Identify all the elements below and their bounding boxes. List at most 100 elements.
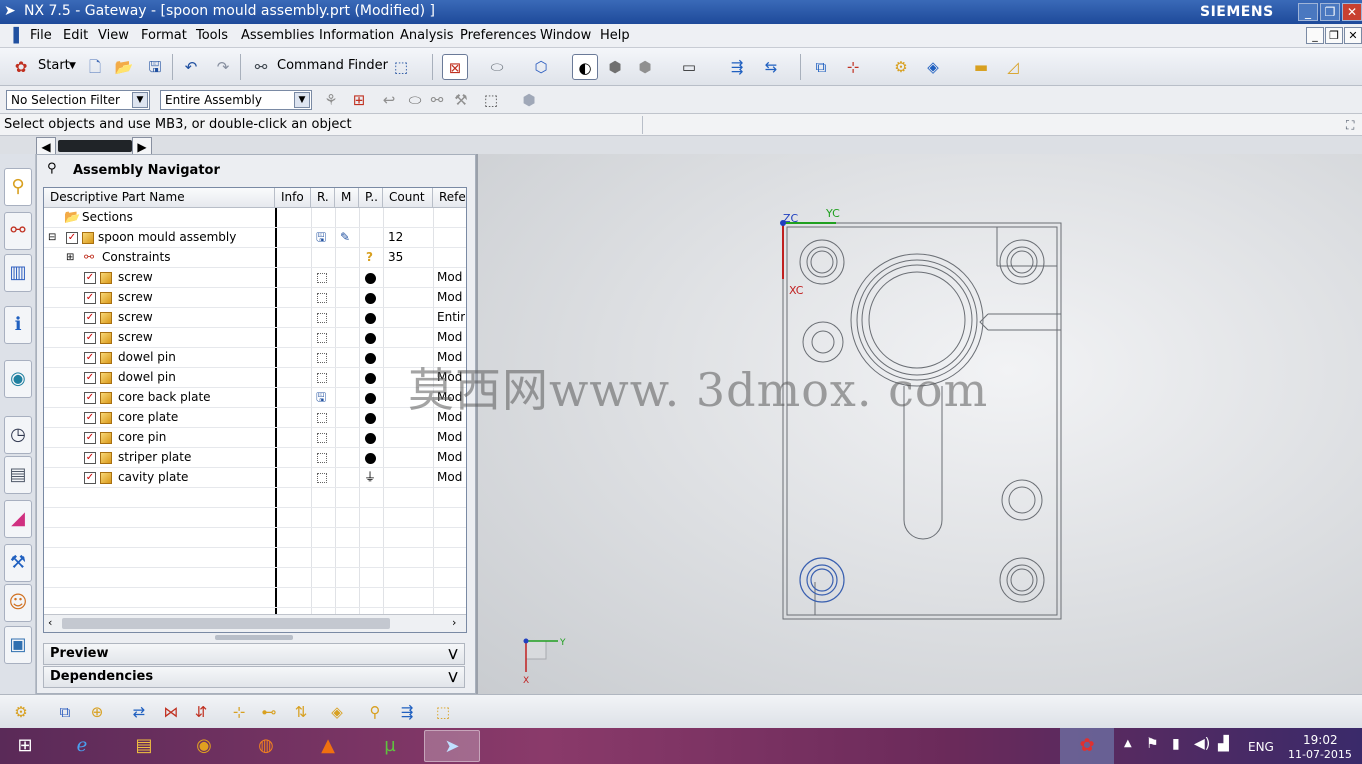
scroll-right-icon[interactable]: › <box>452 616 456 629</box>
assembly-constraints-icon[interactable]: ⋈ <box>158 699 184 725</box>
menu-information[interactable]: Information <box>319 28 394 43</box>
action-center-icon[interactable]: ⚑ <box>1146 736 1159 752</box>
tree-row-part[interactable]: ✓ screw Mod <box>44 268 466 288</box>
nx-taskbar-icon[interactable]: ➤ <box>424 730 480 762</box>
chevron-down-icon[interactable]: ▼ <box>132 92 148 108</box>
checkbox-checked[interactable]: ✓ <box>84 392 96 404</box>
history-icon[interactable]: ◷ <box>4 416 32 454</box>
menu-view[interactable]: View <box>98 28 129 43</box>
view-cube-icon[interactable]: ⬡ <box>528 54 554 80</box>
doc-close-button[interactable]: ✕ <box>1344 27 1362 44</box>
start-button[interactable]: Start <box>38 58 70 73</box>
open-folder-icon[interactable]: 📂 <box>111 54 137 80</box>
checkbox-checked[interactable]: ✓ <box>84 332 96 344</box>
close-button[interactable]: ✕ <box>1342 3 1362 21</box>
navigator-tab-handle[interactable] <box>58 140 132 152</box>
dependencies-panel-header[interactable]: Dependencies ⋁ <box>43 666 465 688</box>
menu-preferences[interactable]: Preferences <box>460 28 536 43</box>
checkbox-checked[interactable]: ✓ <box>84 412 96 424</box>
selection-options-icon[interactable]: ⬚ <box>388 54 414 80</box>
menu-edit[interactable]: Edit <box>63 28 88 43</box>
menu-window[interactable]: Window <box>540 28 591 43</box>
process-studio-icon[interactable]: ◢ <box>4 500 32 538</box>
tree-row-part[interactable]: ✓ screw Entir <box>44 308 466 328</box>
orient-view-icon[interactable]: ⬭ <box>484 54 510 80</box>
measure-angle-icon[interactable]: ◿ <box>1000 54 1026 80</box>
vlc-icon[interactable]: ▲ <box>300 730 356 762</box>
tree-row-part[interactable]: ✓ core plate Mod <box>44 408 466 428</box>
layer-icon[interactable]: ⧉ <box>808 54 834 80</box>
roles-icon[interactable]: ☺ <box>4 584 32 622</box>
assembly-menu-icon[interactable]: ⚙ <box>8 699 34 725</box>
move-component-icon[interactable]: ⇄ <box>126 699 152 725</box>
splitter-handle[interactable] <box>215 635 293 640</box>
tree-row-sections[interactable]: 📂 Sections <box>44 208 466 228</box>
tree-row-part[interactable]: ✓ screw Mod <box>44 328 466 348</box>
snap-icon[interactable]: ⚙ <box>888 54 914 80</box>
wave-geometry-icon[interactable]: ◈ <box>324 699 350 725</box>
firefox-icon[interactable]: ◍ <box>238 730 294 762</box>
constraint-navigator-icon[interactable]: ⚯ <box>4 212 32 250</box>
tree-row-part[interactable]: ✓ dowel pin Mod <box>44 348 466 368</box>
column-header-info[interactable]: Info <box>275 188 311 208</box>
column-header-modified[interactable]: M <box>335 188 359 208</box>
solid-select-icon[interactable]: ⬢ <box>516 87 542 113</box>
selection-filter-dropdown[interactable]: No Selection Filter ▼ <box>6 90 150 110</box>
tree-row-constraints[interactable]: ⊞ ⚯ Constraints ? 35 <box>44 248 466 268</box>
checkbox-checked[interactable]: ✓ <box>84 292 96 304</box>
new-file-icon[interactable]: 🗋 <box>82 54 108 80</box>
add-component-icon[interactable]: ⊕ <box>84 699 110 725</box>
chrome-icon[interactable]: ◉ <box>176 730 232 762</box>
horizontal-scrollbar[interactable]: ‹ › <box>44 614 466 632</box>
filter-icon[interactable]: ⚘ <box>318 87 344 113</box>
checkbox-checked[interactable]: ✓ <box>84 452 96 464</box>
clearance-analysis-icon[interactable]: ⚲ <box>362 699 388 725</box>
web-browser-icon[interactable]: ◉ <box>4 360 32 398</box>
volume-icon[interactable]: ◀) <box>1194 736 1210 752</box>
point-icon[interactable]: ◈ <box>920 54 946 80</box>
wcs-icon[interactable]: ⇶ <box>724 54 750 80</box>
column-header-position[interactable]: P.. <box>359 188 383 208</box>
binoculars-icon[interactable]: ⚯ <box>248 54 274 80</box>
shaded-icon[interactable]: ◐ <box>572 54 598 80</box>
sequence-icon[interactable]: ⬚ <box>430 699 456 725</box>
menu-assemblies[interactable]: Assemblies <box>241 28 314 43</box>
expand-icon[interactable]: ⊞ <box>66 248 74 268</box>
chevron-down-icon[interactable]: ⋁ <box>444 668 462 686</box>
chevron-down-icon[interactable]: ▼ <box>69 61 76 71</box>
input-language[interactable]: ENG <box>1248 740 1274 754</box>
redo-icon[interactable]: ↷ <box>210 54 236 80</box>
file-explorer-icon[interactable]: ▤ <box>116 730 172 762</box>
pin-icon[interactable]: ⚲ <box>47 161 57 176</box>
select-back-icon[interactable]: ↩ <box>376 87 402 113</box>
battery-icon[interactable]: ▮ <box>1172 736 1180 752</box>
start-icon[interactable]: ✿ <box>8 54 34 80</box>
chevron-down-icon[interactable]: ▼ <box>294 92 310 108</box>
selection-scope-dropdown[interactable]: Entire Assembly ▼ <box>160 90 312 110</box>
orient-icon[interactable]: ⇆ <box>758 54 784 80</box>
checkbox-checked[interactable]: ✓ <box>84 432 96 444</box>
select-component-icon[interactable]: ⚒ <box>448 87 474 113</box>
checkbox-checked[interactable]: ✓ <box>84 472 96 484</box>
preview-panel-header[interactable]: Preview ⋁ <box>43 643 465 665</box>
clock-time[interactable]: 19:02 <box>1303 733 1338 747</box>
shaded-edges-icon[interactable]: ⬢ <box>602 54 628 80</box>
scroll-left-icon[interactable]: ‹ <box>48 616 52 629</box>
exploded-view-icon[interactable]: ⇶ <box>394 699 420 725</box>
checkbox-checked[interactable]: ✓ <box>84 352 96 364</box>
background-icon[interactable]: ▭ <box>676 54 702 80</box>
replace-component-icon[interactable]: ⇅ <box>288 699 314 725</box>
restore-button[interactable]: ❐ <box>1320 3 1340 21</box>
menu-help[interactable]: Help <box>600 28 630 43</box>
tree-row-part[interactable]: ✓ core back plate 🖫 Mod <box>44 388 466 408</box>
manufacturing-wizards-icon[interactable]: ⚒ <box>4 544 32 582</box>
minimize-button[interactable]: _ <box>1298 3 1318 21</box>
internet-explorer-icon[interactable]: ℯ <box>54 730 110 762</box>
system-scenes-icon[interactable]: ▣ <box>4 626 32 664</box>
column-header-name[interactable]: Descriptive Part Name <box>44 188 275 208</box>
command-finder-button[interactable]: Command Finder <box>277 58 388 73</box>
clock-date[interactable]: 11-07-2015 <box>1288 748 1352 761</box>
chevron-down-icon[interactable]: ⋁ <box>444 645 462 663</box>
tree-row-part[interactable]: ✓ striper plate Mod <box>44 448 466 468</box>
checkbox-checked[interactable]: ✓ <box>84 372 96 384</box>
